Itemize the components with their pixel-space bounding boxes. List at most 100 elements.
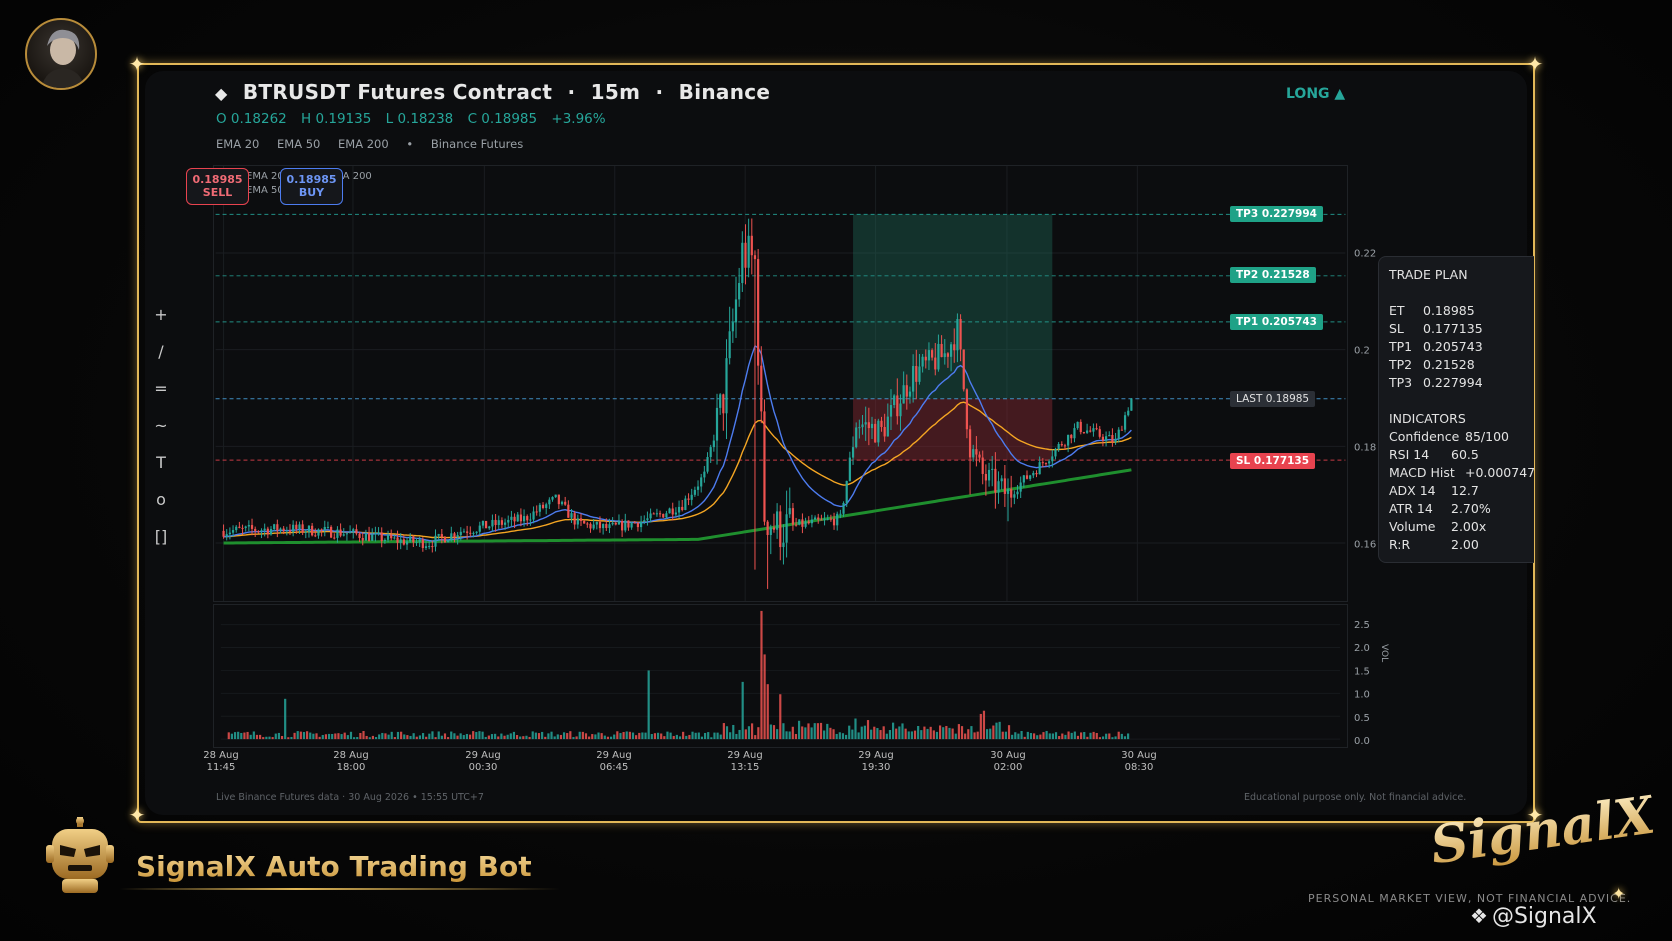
legend-ema50[interactable]: EMA 50 [277, 137, 320, 151]
candle-body [978, 454, 981, 458]
volume-bar [917, 726, 920, 740]
volume-bar [1001, 731, 1004, 740]
volume-bar [487, 735, 490, 740]
brush-tool-icon[interactable]: ~ [150, 416, 172, 453]
rectangle-tool-icon[interactable]: [] [150, 527, 172, 564]
symbol-label[interactable]: BTRUSDT Futures Contract [243, 80, 552, 104]
candle-body [1038, 462, 1041, 475]
volume-bar [387, 734, 390, 740]
volume-chart[interactable] [213, 604, 1348, 748]
price-chart[interactable] [213, 165, 1348, 602]
volume-bar [343, 732, 346, 740]
volume-bar [591, 734, 594, 740]
volume-bar [519, 736, 522, 740]
plan-level-value: 0.177135 [1423, 321, 1483, 336]
volume-bar [797, 720, 801, 740]
candle-body [731, 322, 734, 332]
volume-bar [938, 725, 942, 740]
candle-body [355, 529, 358, 534]
text-tool-icon[interactable]: T [150, 453, 172, 490]
candle-body [829, 518, 832, 520]
change-value: +3.96% [551, 111, 606, 127]
candle-body [377, 532, 380, 534]
tp3-tag[interactable]: TP3 0.227994 [1230, 205, 1323, 222]
tp2-tag[interactable]: TP2 0.21528 [1230, 267, 1316, 284]
volume-bar [992, 725, 995, 740]
candle-body [279, 528, 282, 531]
legend-ema200[interactable]: EMA 200 [338, 137, 389, 151]
candle-body [624, 520, 627, 531]
volume-bar [716, 732, 719, 740]
buy-button[interactable]: 0.18985 BUY [280, 168, 343, 205]
sell-button[interactable]: 0.18985 SELL [186, 168, 249, 205]
candle-body [665, 513, 668, 518]
tp1-tag[interactable]: TP1 0.205743 [1230, 313, 1323, 330]
volume-bar [860, 726, 863, 740]
candle-body [826, 518, 829, 520]
volume-bar [1111, 737, 1114, 740]
candle-body [288, 530, 292, 532]
legend-ema20[interactable]: EMA 20 [216, 137, 259, 151]
volume-bar [522, 736, 525, 740]
interval-label[interactable]: 15m [591, 80, 641, 104]
volume-bar [854, 718, 857, 740]
disclaimer-note: Educational purpose only. Not financial … [1244, 792, 1467, 803]
trendline-tool-icon[interactable]: / [150, 342, 172, 379]
candle-body [991, 468, 994, 470]
volume-bar [688, 734, 691, 740]
candle-body [741, 242, 744, 284]
volume-bar [656, 732, 660, 740]
volume-bar [1042, 732, 1045, 740]
candle-body [617, 521, 621, 525]
candle-body [1035, 472, 1038, 475]
plan-indicator-key: MACD Hist [1389, 465, 1455, 480]
horizontal-line-tool-icon[interactable]: = [150, 379, 172, 416]
candle-body [510, 516, 513, 520]
volume-bar [597, 732, 600, 740]
candle-body [314, 535, 317, 537]
volume-bar [1036, 735, 1039, 740]
volume-bar [841, 733, 845, 740]
candle-body [311, 525, 314, 536]
circle-tool-icon[interactable]: o [150, 490, 172, 527]
candle-body [295, 524, 298, 530]
price-tick-label: 0.16 [1354, 540, 1376, 551]
volume-bar [296, 731, 299, 740]
volume-bar [735, 733, 738, 740]
binance-square-icon: ❖ [1470, 904, 1488, 928]
candle-body [586, 523, 589, 525]
volume-bar [829, 727, 832, 740]
volume-bar [647, 670, 650, 740]
candle-body [1101, 436, 1105, 441]
candle-body [241, 527, 244, 529]
sparkle-icon: ✦ [1612, 884, 1626, 903]
volume-bar [465, 733, 469, 740]
volume-bar [816, 723, 819, 740]
volume-bar [421, 733, 425, 740]
volume-bar [901, 723, 904, 740]
volume-bar [537, 733, 541, 740]
volume-bar [431, 731, 434, 740]
volume-bar [835, 733, 838, 740]
candle-body [244, 526, 247, 529]
candle-body [915, 365, 918, 382]
candle-body [364, 533, 368, 541]
candle-body [791, 508, 795, 525]
volume-axis-label: VOL [1379, 644, 1389, 662]
user-avatar[interactable] [25, 18, 97, 90]
sl-tag[interactable]: SL 0.177135 [1230, 452, 1316, 469]
volume-bar [581, 731, 584, 740]
candle-body [513, 516, 516, 522]
candle-body [317, 529, 320, 536]
candle-body [611, 523, 614, 525]
volume-tick-label: 1.0 [1354, 690, 1370, 701]
candle-body [421, 539, 424, 549]
candle-body [776, 511, 779, 530]
candle-body [880, 420, 883, 428]
crosshair-tool-icon[interactable]: + [150, 305, 172, 342]
volume-bar [550, 731, 553, 740]
volume-bar [299, 731, 302, 740]
low-value: L 0.18238 [385, 111, 454, 127]
volume-bar [738, 729, 741, 740]
candle-body [301, 524, 304, 533]
